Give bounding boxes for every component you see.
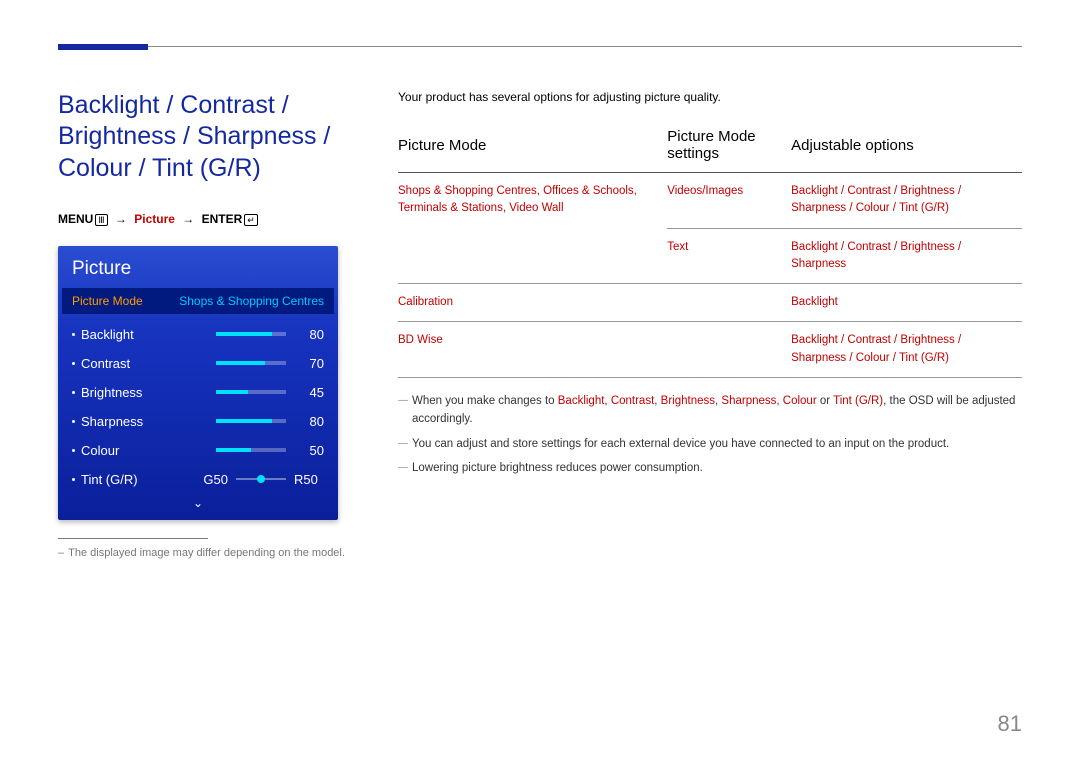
note-term: Tint (G/R) [833,395,883,407]
cell-setting [667,322,791,378]
table-header: Picture Mode settings [667,122,791,173]
cell-options: Backlight [791,284,1022,322]
cell-setting: Text [667,228,791,284]
bullet-icon [72,391,75,394]
osd-item-tint[interactable]: Tint (G/R) G50 R50 [72,465,324,494]
note-term: Backlight [558,395,605,407]
cell-setting [667,284,791,322]
osd-item-sharpness[interactable]: Sharpness 80 [72,407,324,436]
cell-options: Backlight / Contrast / Brightness / Shar… [791,228,1022,284]
osd-item-value: 80 [296,327,324,342]
note-term: Colour [783,395,817,407]
footnote-text: The displayed image may differ depending… [68,547,345,559]
bullet-icon [72,333,75,336]
cell-options: Backlight / Contrast / Brightness / Shar… [791,322,1022,378]
cell-options: Backlight / Contrast / Brightness / Shar… [791,173,1022,229]
chevron-down-icon[interactable]: ⌄ [72,496,324,510]
nav-arrow: → [182,212,194,226]
top-rule [58,46,1022,47]
nav-picture: Picture [134,212,175,226]
osd-item-value: 70 [296,356,324,371]
note-term: Brightness [661,395,715,407]
footnote-left: –The displayed image may differ dependin… [58,547,358,559]
options-table: Picture Mode Picture Mode settings Adjus… [398,122,1022,378]
osd-mode-label: Picture Mode [72,294,143,308]
enter-icon: ↵ [244,214,258,226]
cell-mode: Calibration [398,284,667,322]
osd-tint-slider[interactable] [236,478,286,480]
osd-item-label: Colour [81,443,206,458]
osd-item-value: 80 [296,414,324,429]
table-header: Adjustable options [791,122,1022,173]
osd-mode-row[interactable]: Picture Mode Shops & Shopping Centres [62,288,334,314]
note-term: Sharpness [721,395,776,407]
osd-item-backlight[interactable]: Backlight 80 [72,320,324,349]
left-column: Backlight / Contrast / Brightness / Shar… [58,90,358,559]
nav-arrow: → [115,212,127,226]
cell-mode: Shops & Shopping Centres, Offices & Scho… [398,173,667,284]
table-header: Picture Mode [398,122,667,173]
breadcrumb: MENUⅢ → Picture → ENTER↵ [58,212,358,226]
table-row: Shops & Shopping Centres, Offices & Scho… [398,173,1022,229]
osd-panel: Picture Picture Mode Shops & Shopping Ce… [58,246,338,520]
osd-item-brightness[interactable]: Brightness 45 [72,378,324,407]
osd-slider[interactable] [216,332,286,336]
bullet-icon [72,449,75,452]
page-number: 81 [998,711,1022,737]
osd-mode-value: Shops & Shopping Centres [179,294,324,308]
osd-slider[interactable] [216,361,286,365]
osd-slider[interactable] [216,419,286,423]
table-row: BD Wise Backlight / Contrast / Brightnes… [398,322,1022,378]
menu-icon: Ⅲ [95,214,107,226]
osd-item-label: Tint (G/R) [81,472,198,487]
footnote-rule [58,538,208,539]
osd-item-contrast[interactable]: Contrast 70 [72,349,324,378]
bullet-icon [72,420,75,423]
osd-item-value: 50 [296,443,324,458]
table-row: Calibration Backlight [398,284,1022,322]
osd-tint-r: R50 [294,472,324,487]
cell-setting: Videos/Images [667,173,791,229]
osd-item-label: Brightness [81,385,206,400]
note-item: Lowering picture brightness reduces powe… [398,459,1022,477]
top-accent [58,44,148,50]
right-column: Your product has several options for adj… [398,90,1022,559]
osd-slider[interactable] [216,390,286,394]
note-item: You can adjust and store settings for ea… [398,435,1022,453]
osd-item-value: 45 [296,385,324,400]
osd-item-label: Contrast [81,356,206,371]
osd-item-label: Backlight [81,327,206,342]
osd-title: Picture [72,258,324,280]
note-term: Contrast [611,395,654,407]
osd-slider[interactable] [216,448,286,452]
nav-enter: ENTER [202,212,243,226]
nav-menu: MENU [58,212,93,226]
note-item: When you make changes to Backlight, Cont… [398,392,1022,429]
bullet-icon [72,362,75,365]
intro-text: Your product has several options for adj… [398,90,1022,104]
bullet-icon [72,478,75,481]
osd-item-label: Sharpness [81,414,206,429]
page-heading: Backlight / Contrast / Brightness / Shar… [58,90,358,184]
note-text: When you make changes to [412,395,558,407]
osd-item-colour[interactable]: Colour 50 [72,436,324,465]
cell-mode: BD Wise [398,322,667,378]
osd-tint-g: G50 [198,472,228,487]
notes-list: When you make changes to Backlight, Cont… [398,392,1022,478]
